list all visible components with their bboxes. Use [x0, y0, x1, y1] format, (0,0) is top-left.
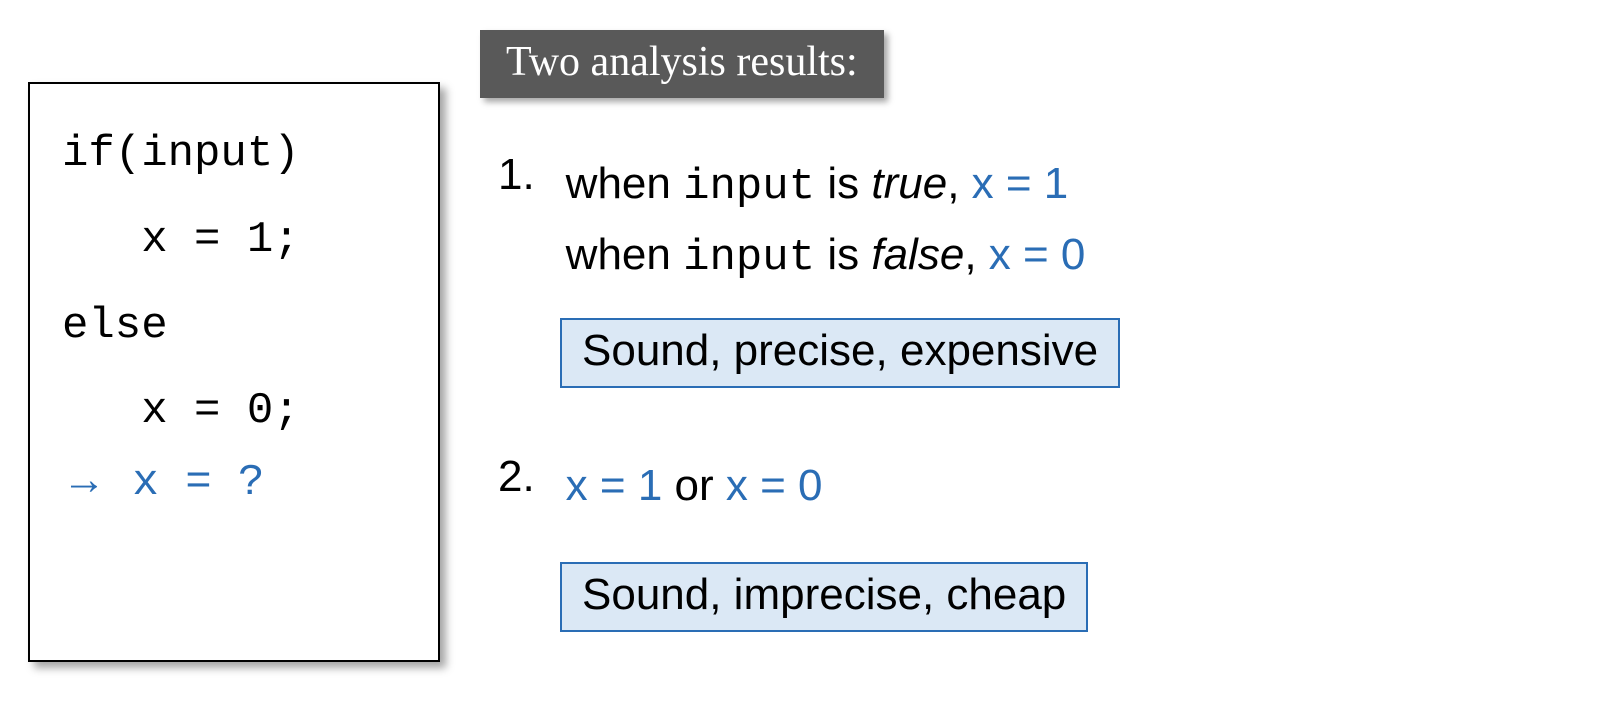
mono-input: input — [683, 162, 815, 212]
blue-x1: x = 1 — [972, 159, 1069, 208]
italic-false: false — [871, 230, 964, 279]
blue-x0: x = 0 — [726, 461, 823, 510]
t: is — [815, 159, 871, 208]
t: when — [566, 230, 683, 279]
item1-body: when input is true, x = 1 when input is … — [566, 150, 1086, 292]
blue-x1: x = 1 — [566, 461, 663, 510]
analysis-item-2: 2. x = 1 or x = 0 — [498, 452, 1558, 520]
code-snippet-box: if(input) x = 1; else x = 0; → x = ? — [28, 82, 440, 662]
item1-line2: when input is false, x = 0 — [566, 230, 1086, 279]
t: or — [662, 461, 726, 510]
code-question-text: x = ? — [106, 458, 264, 508]
item1-line1: when input is true, x = 1 — [566, 159, 1069, 208]
code-line-3: else — [62, 284, 418, 370]
item2-body: x = 1 or x = 0 — [566, 452, 823, 520]
t: when — [566, 159, 683, 208]
code-question-line: → x = ? — [62, 455, 418, 508]
arrow-right-icon: → — [62, 455, 106, 504]
t: , — [964, 230, 988, 279]
item1-tag: Sound, precise, expensive — [560, 318, 1120, 388]
t: is — [815, 230, 871, 279]
item1-number: 1. — [498, 150, 554, 200]
item2-tag: Sound, imprecise, cheap — [560, 562, 1088, 632]
code-line-4: x = 0; — [62, 369, 418, 455]
code-line-2: x = 1; — [62, 198, 418, 284]
code-line-1: if(input) — [62, 112, 418, 198]
item2-number: 2. — [498, 452, 554, 502]
analysis-item-1: 1. when input is true, x = 1 when input … — [498, 150, 1558, 292]
blue-x0: x = 0 — [989, 230, 1086, 279]
t: , — [947, 159, 971, 208]
italic-true: true — [871, 159, 947, 208]
mono-input: input — [683, 233, 815, 283]
results-header: Two analysis results: — [480, 30, 884, 98]
